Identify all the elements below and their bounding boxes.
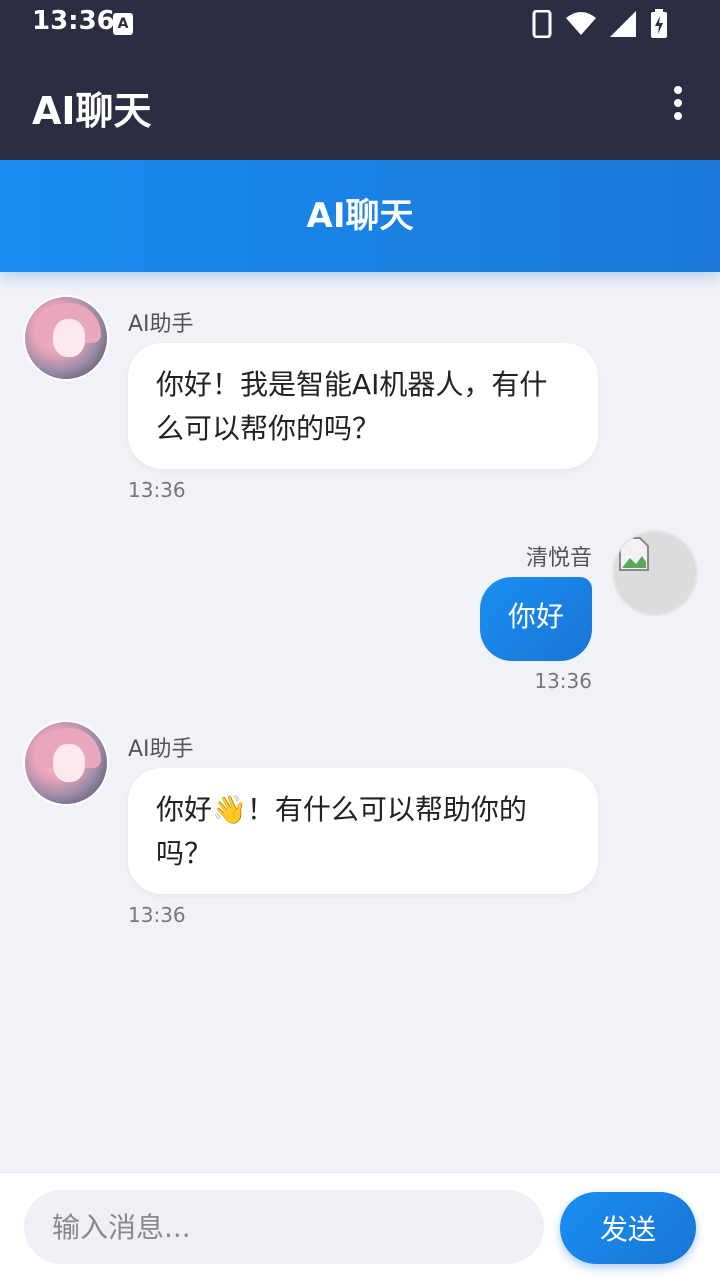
chat-header: AI聊天: [0, 160, 720, 272]
ai-message-bubble: 你好👋！有什么可以帮助你的吗？: [128, 768, 598, 894]
signal-icon: [610, 11, 636, 37]
message-time: 13:36: [534, 669, 592, 693]
message-time: 13:36: [128, 478, 186, 502]
app-bar: AI聊天: [0, 48, 720, 160]
ai-avatar: [23, 295, 109, 381]
broken-image-icon: [619, 537, 649, 571]
phone-icon: [532, 10, 552, 38]
ai-message-bubble: 你好！我是智能AI机器人，有什么可以帮你的吗？: [128, 343, 598, 469]
message-input[interactable]: [24, 1190, 544, 1264]
message-sender: AI助手: [128, 737, 194, 762]
keyboard-a-icon: A: [113, 13, 133, 35]
status-time: 13:36: [32, 6, 115, 36]
wifi-icon: [566, 12, 596, 35]
app-title: AI聊天: [32, 89, 152, 133]
status-bar: 13:36 A: [0, 0, 720, 48]
battery-charging-icon: [651, 9, 667, 38]
more-vert-icon[interactable]: [668, 86, 688, 122]
send-button[interactable]: 发送: [560, 1192, 696, 1264]
message-sender: 清悦音: [525, 546, 592, 571]
user-avatar: [612, 530, 698, 616]
message-sender: AI助手: [128, 312, 194, 337]
message-time: 13:36: [128, 903, 186, 927]
system-icons: [532, 8, 668, 40]
composer: 发送: [0, 1172, 720, 1280]
user-message-bubble: 你好: [479, 577, 592, 661]
ai-avatar: [23, 720, 109, 806]
